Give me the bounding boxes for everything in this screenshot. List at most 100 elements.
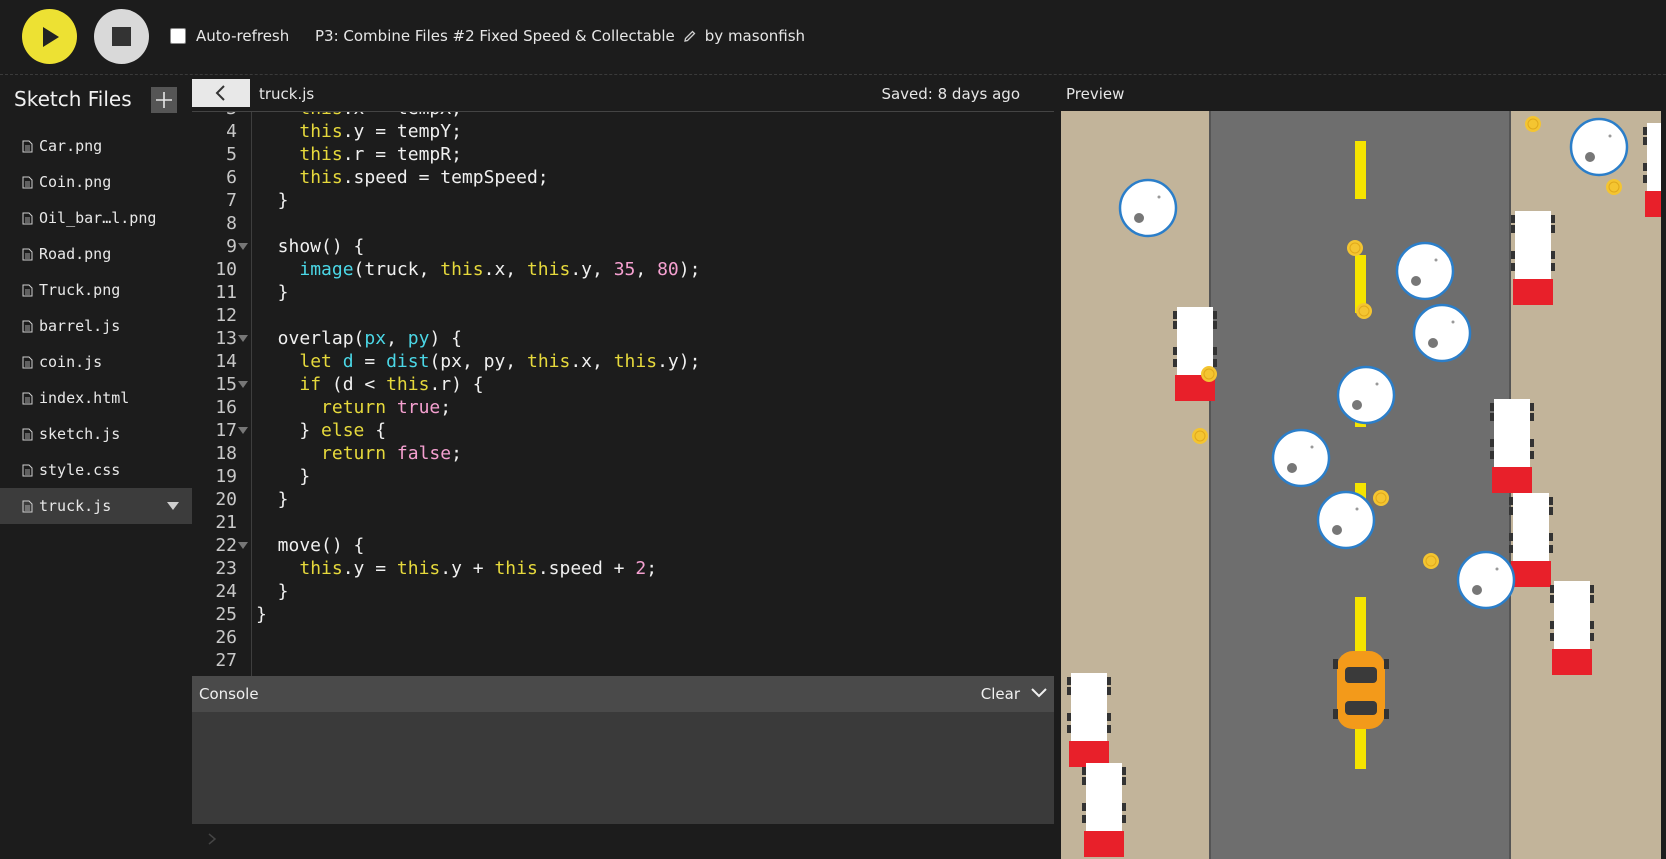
file-icon [22,212,33,224]
file-item[interactable]: barrel.js [0,308,192,344]
oil-barrel [1412,303,1472,363]
console-input[interactable] [192,824,1054,859]
line-number: 16 [215,397,237,418]
code-line: 19 } [192,465,1054,488]
chevron-left-icon [215,85,225,101]
code-text: this.x = tempX; [256,112,462,120]
prompt-icon [208,833,217,845]
sketch-preview[interactable] [1061,111,1661,859]
file-item[interactable]: index.html [0,380,192,416]
fold-arrow-icon[interactable] [238,381,248,388]
plus-icon [156,92,172,108]
truck [1643,123,1661,217]
file-item[interactable]: sketch.js [0,416,192,452]
file-icon [22,500,33,512]
code-line: 4 this.y = tempY; [192,120,1054,143]
oil-barrel [1569,117,1629,177]
game-canvas[interactable] [1061,111,1661,859]
stop-button[interactable] [94,9,149,64]
code-text: show() { [256,236,365,257]
collapse-sidebar-button[interactable] [192,79,250,107]
code-text: this.r = tempR; [299,144,462,165]
editor-header: truck.js Saved: 8 days ago [192,75,1054,110]
code-line: 18 return false; [192,442,1054,465]
file-tab[interactable]: truck.js [259,85,314,103]
line-number: 13 [215,328,237,349]
line-number: 10 [215,259,237,280]
play-button[interactable] [22,9,77,64]
coin [1422,552,1440,570]
line-number: 5 [226,144,237,165]
code-line: 8 [192,212,1054,235]
code-line: 26 [192,626,1054,649]
truck [1490,399,1534,493]
line-number: 6 [226,167,237,188]
file-item[interactable]: Coin.png [0,164,192,200]
pencil-icon[interactable] [683,29,697,43]
code-editor[interactable]: 3 this.x = tempX;4 this.y = tempY;5 this… [192,111,1054,676]
add-file-button[interactable] [151,87,177,113]
file-item[interactable]: Oil_bar…l.png [0,200,192,236]
code-lines: 3 this.x = tempX;4 this.y = tempY;5 this… [192,112,1054,672]
file-item[interactable]: truck.js [0,488,192,524]
line-number: 21 [215,512,237,533]
file-name: sketch.js [39,425,121,443]
file-name: Truck.png [39,281,121,299]
code-text: this.y = tempY; [299,121,462,142]
code-line: 16 return true; [192,396,1054,419]
console-title: Console [199,685,259,703]
file-icon [22,428,33,440]
code-line: 20 } [192,488,1054,511]
file-name: coin.js [39,353,103,371]
file-icon [22,356,33,368]
code-line: 25} [192,603,1054,626]
fold-arrow-icon[interactable] [238,542,248,549]
file-name: Car.png [39,137,103,155]
line-number: 4 [226,121,237,142]
fold-arrow-icon[interactable] [238,335,248,342]
console-clear-button[interactable]: Clear [981,685,1020,703]
fold-arrow-icon[interactable] [238,243,248,250]
line-number: 14 [215,351,237,372]
console-output [192,712,1054,824]
line-number: 3 [192,112,237,120]
code-text: overlap(px, py) { [256,328,462,349]
file-item[interactable]: Car.png [0,128,192,164]
chevron-down-icon[interactable] [1030,686,1048,700]
code-line: 11 } [192,281,1054,304]
coin [1355,302,1373,320]
line-number: 18 [215,443,237,464]
autorefresh-toggle[interactable]: Auto-refresh [170,27,289,45]
line-number: 26 [215,627,237,648]
fold-arrow-icon[interactable] [238,427,248,434]
code-line: 24 } [192,580,1054,603]
file-item[interactable]: style.css [0,452,192,488]
file-icon [22,140,33,152]
file-item[interactable]: Truck.png [0,272,192,308]
coin [1524,115,1542,133]
code-line: 6 this.speed = tempSpeed; [192,166,1054,189]
file-name: barrel.js [39,317,121,335]
file-item[interactable]: coin.js [0,344,192,380]
toolbar: Auto-refresh P3: Combine Files #2 Fixed … [0,0,1666,75]
file-icon [22,176,33,188]
truck [1550,581,1594,675]
coin [1372,489,1390,507]
truck [1067,673,1111,767]
project-title[interactable]: P3: Combine Files #2 Fixed Speed & Colle… [315,27,675,45]
stop-icon [112,27,131,46]
line-number: 7 [226,190,237,211]
autorefresh-checkbox[interactable] [170,28,186,44]
code-text: let d = dist(px, py, this.x, this.y); [299,351,701,372]
file-item[interactable]: Road.png [0,236,192,272]
code-line: 23 this.y = this.y + this.speed + 2; [192,557,1054,580]
line-number: 19 [215,466,237,487]
player-car [1333,651,1389,729]
line-number: 17 [215,420,237,441]
code-text: return false; [321,443,462,464]
line-number: 12 [215,305,237,326]
code-text: return true; [321,397,452,418]
project-owner[interactable]: by masonfish [705,27,805,45]
file-options-icon[interactable] [167,502,179,510]
file-list: Car.png Coin.png Oil_bar…l.png Road.png Truc… [0,128,192,524]
